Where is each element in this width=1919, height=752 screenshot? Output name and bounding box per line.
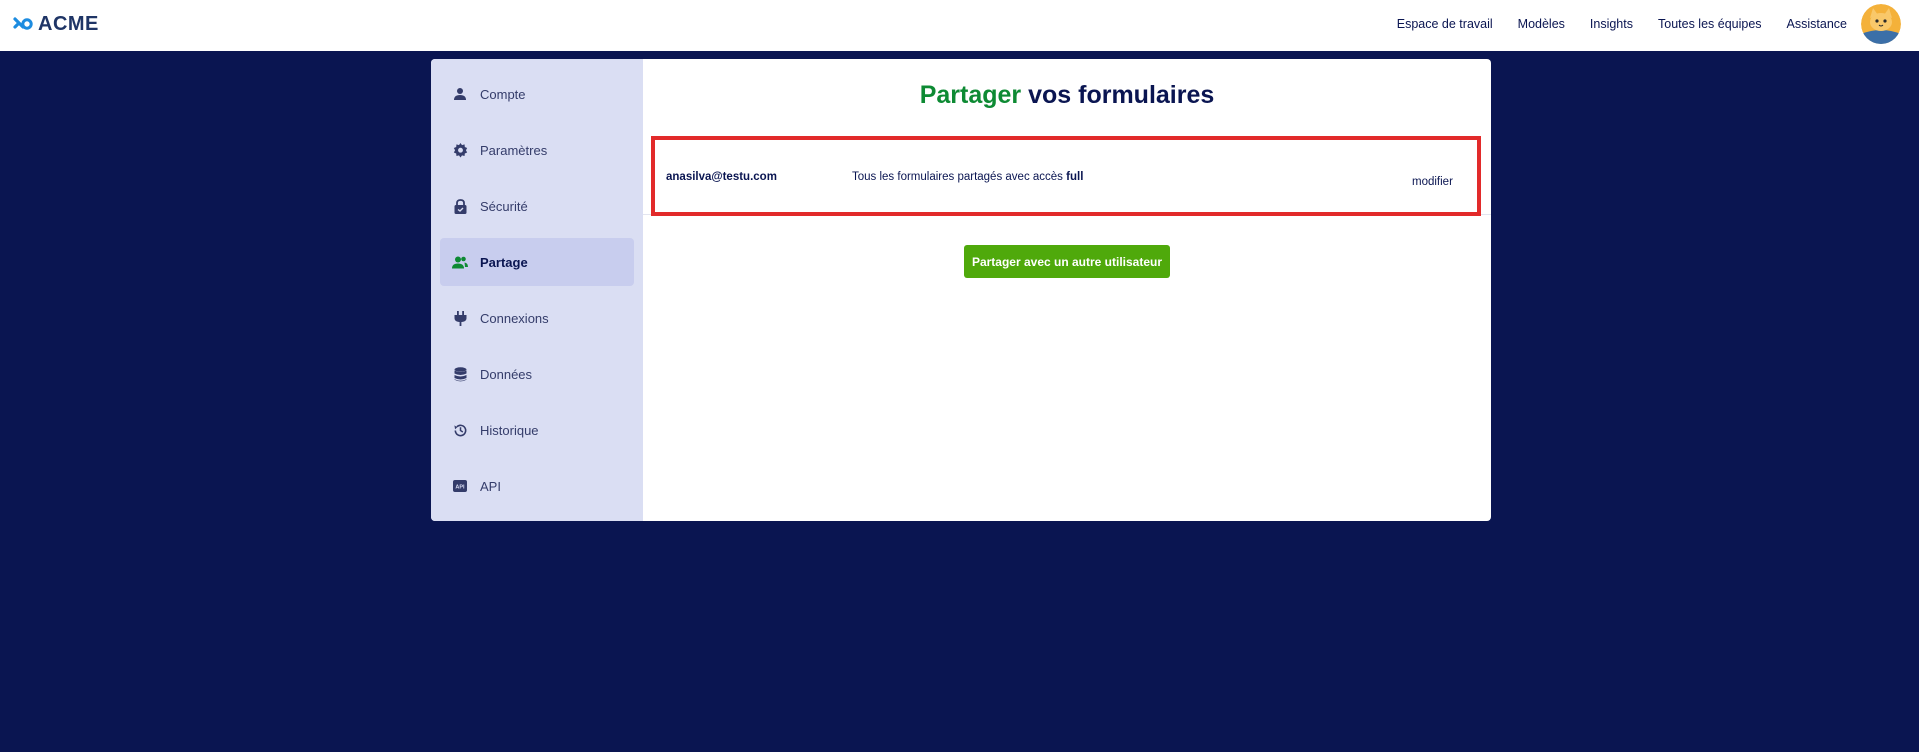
plug-icon	[452, 310, 468, 326]
nav-workspace[interactable]: Espace de travail	[1397, 17, 1493, 31]
sidebar-item-label: Historique	[480, 422, 539, 438]
nav-assistance[interactable]: Assistance	[1787, 17, 1847, 31]
user-icon	[452, 86, 468, 102]
sidebar-item-label: Paramètres	[480, 142, 548, 158]
gear-icon	[452, 142, 468, 158]
avatar[interactable]	[1861, 4, 1901, 44]
page-title-accent: Partager	[919, 81, 1022, 109]
svg-text:API: API	[455, 485, 465, 491]
sidebar-item-connexions[interactable]: Connexions	[440, 294, 634, 342]
api-icon: API	[452, 478, 468, 494]
shared-user-email: anasilva@testu.com	[666, 171, 777, 183]
sidebar-item-historique[interactable]: Historique	[440, 406, 634, 454]
nav-insights[interactable]: Insights	[1590, 17, 1633, 31]
sidebar-item-securite[interactable]: Sécurité	[440, 182, 634, 230]
sidebar-item-label: Données	[480, 366, 533, 382]
sidebar-item-label: API	[480, 478, 501, 494]
settings-sidebar: Compte Paramètres Sécurité Partage Conne…	[431, 59, 643, 521]
edit-share-link[interactable]: modifier	[1412, 176, 1453, 188]
sidebar-item-partage[interactable]: Partage	[440, 238, 634, 286]
nav-all-teams[interactable]: Toutes les équipes	[1658, 17, 1762, 31]
cat-avatar-icon	[1861, 4, 1901, 44]
acme-logo-icon	[13, 17, 33, 30]
sidebar-item-donnees[interactable]: Données	[440, 350, 634, 398]
sharing-content: Partager vos formulaires anasilva@testu.…	[643, 59, 1491, 521]
top-navigation: Espace de travail Modèles Insights Toute…	[1397, 0, 1847, 48]
sidebar-item-label: Compte	[480, 86, 526, 102]
sidebar-item-label: Connexions	[480, 310, 549, 326]
brand-logo[interactable]: ACME	[12, 12, 99, 36]
sidebar-item-parametres[interactable]: Paramètres	[440, 126, 634, 174]
brand-name: ACME	[38, 12, 99, 35]
page-title: Partager vos formulaires	[643, 81, 1491, 110]
history-icon	[452, 422, 468, 438]
sidebar-item-api[interactable]: API API	[440, 462, 634, 510]
users-icon	[452, 254, 468, 270]
database-icon	[452, 366, 468, 382]
page-title-rest: vos formulaires	[1021, 81, 1215, 109]
lock-icon	[452, 198, 468, 214]
sidebar-item-compte[interactable]: Compte	[440, 70, 634, 118]
top-bar: ACME Espace de travail Modèles Insights …	[0, 0, 1919, 51]
sidebar-item-label: Partage	[480, 254, 528, 270]
sidebar-item-label: Sécurité	[480, 198, 528, 214]
nav-templates[interactable]: Modèles	[1518, 17, 1565, 31]
shared-access-level: full	[1066, 171, 1084, 183]
share-with-another-user-button[interactable]: Partager avec un autre utilisateur	[964, 245, 1170, 278]
shared-access-description: Tous les formulaires partagés avec accès…	[852, 171, 1083, 183]
shared-access-text: Tous les formulaires partagés avec accès	[852, 171, 1067, 183]
settings-panel: Compte Paramètres Sécurité Partage Conne…	[431, 59, 1491, 521]
